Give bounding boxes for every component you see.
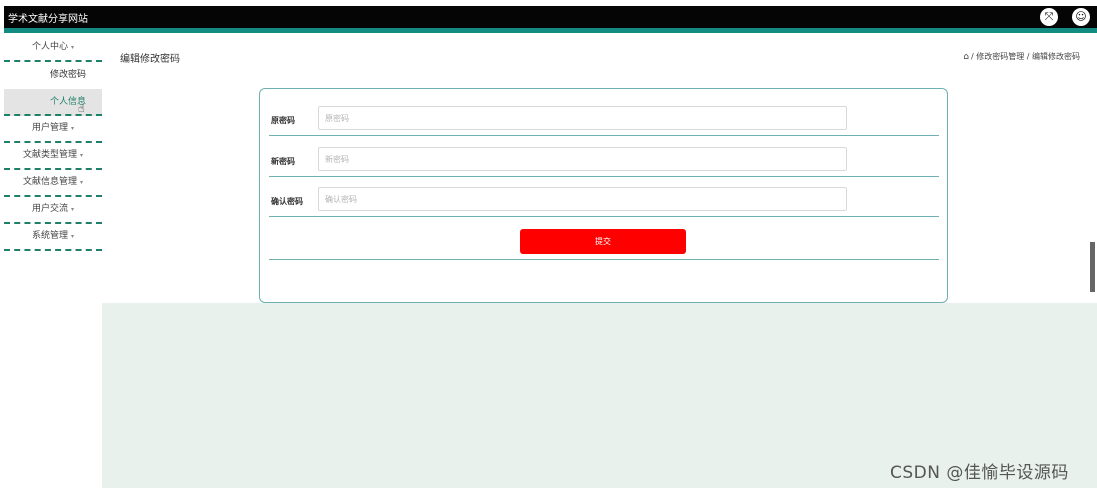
chevron-down-icon: ▾ bbox=[71, 44, 75, 51]
sidebar-item-label: 文献信息管理 bbox=[22, 177, 77, 187]
top-header: 学术文献分享网站 ⤧ ☺ bbox=[4, 6, 1097, 28]
form-row-submit: 提交 bbox=[269, 228, 939, 260]
sidebar-item-system-management[interactable]: 系统管理 ▾ bbox=[4, 224, 102, 251]
sidebar-item-label: 用户交流 bbox=[31, 204, 68, 214]
sidebar-item-literature-info-management[interactable]: 文献信息管理 ▾ bbox=[4, 170, 102, 197]
sidebar-item-label: 系统管理 bbox=[31, 231, 68, 241]
sidebar-subitem-label: 修改密码 bbox=[50, 70, 87, 80]
old-password-label: 原密码 bbox=[271, 116, 295, 125]
chevron-down-icon: ▾ bbox=[80, 179, 84, 186]
sidebar-item-label: 个人中心 bbox=[31, 42, 68, 52]
sidebar-item-personal-center[interactable]: 个人中心 ▾ bbox=[4, 35, 102, 62]
watermark: CSDN @佳愉毕设源码 bbox=[890, 463, 1069, 483]
fullscreen-icon[interactable]: ⤧ bbox=[1040, 8, 1058, 26]
chevron-down-icon: ▾ bbox=[80, 152, 84, 159]
site-title: 学术文献分享网站 bbox=[8, 14, 88, 25]
submit-button[interactable]: 提交 bbox=[520, 229, 686, 254]
form-row-confirm-password: 确认密码 bbox=[269, 187, 939, 217]
sidebar-subitem-change-password[interactable]: 修改密码 bbox=[4, 62, 102, 89]
old-password-input[interactable] bbox=[318, 106, 847, 130]
sidebar-item-literature-type-management[interactable]: 文献类型管理 ▾ bbox=[4, 143, 102, 170]
chevron-down-icon: ▾ bbox=[71, 233, 75, 240]
chevron-down-icon: ▾ bbox=[71, 206, 75, 213]
sidebar-item-user-management[interactable]: 用户管理 ▾ bbox=[4, 116, 102, 143]
change-password-form: 原密码 新密码 确认密码 提交 bbox=[259, 88, 948, 303]
page-title: 编辑修改密码 bbox=[120, 54, 180, 65]
header-accent-bar bbox=[4, 28, 1097, 33]
sidebar: 个人中心 ▾ 修改密码 个人信息 ☝ 用户管理 ▾ 文献类型管理 ▾ 文献信息管理 ▾ … bbox=[4, 35, 102, 251]
chevron-down-icon: ▾ bbox=[71, 125, 75, 132]
home-icon[interactable]: ⌂ bbox=[963, 52, 969, 62]
form-row-new-password: 新密码 bbox=[269, 147, 939, 177]
sidebar-item-label: 文献类型管理 bbox=[22, 150, 77, 160]
breadcrumb-path: / 修改密码管理 / 编辑修改密码 bbox=[970, 52, 1080, 61]
new-password-label: 新密码 bbox=[271, 157, 295, 166]
confirm-password-input[interactable] bbox=[318, 187, 847, 211]
user-avatar-icon[interactable]: ☺ bbox=[1072, 8, 1090, 26]
scrollbar-thumb[interactable] bbox=[1090, 242, 1095, 292]
form-row-old-password: 原密码 bbox=[269, 106, 939, 136]
new-password-input[interactable] bbox=[318, 147, 847, 171]
sidebar-item-user-communication[interactable]: 用户交流 ▾ bbox=[4, 197, 102, 224]
confirm-password-label: 确认密码 bbox=[271, 197, 303, 206]
sidebar-item-label: 用户管理 bbox=[31, 123, 68, 133]
sidebar-subitem-personal-info[interactable]: 个人信息 ☝ bbox=[4, 89, 102, 116]
breadcrumb: ⌂ / 修改密码管理 / 编辑修改密码 bbox=[963, 51, 1080, 62]
